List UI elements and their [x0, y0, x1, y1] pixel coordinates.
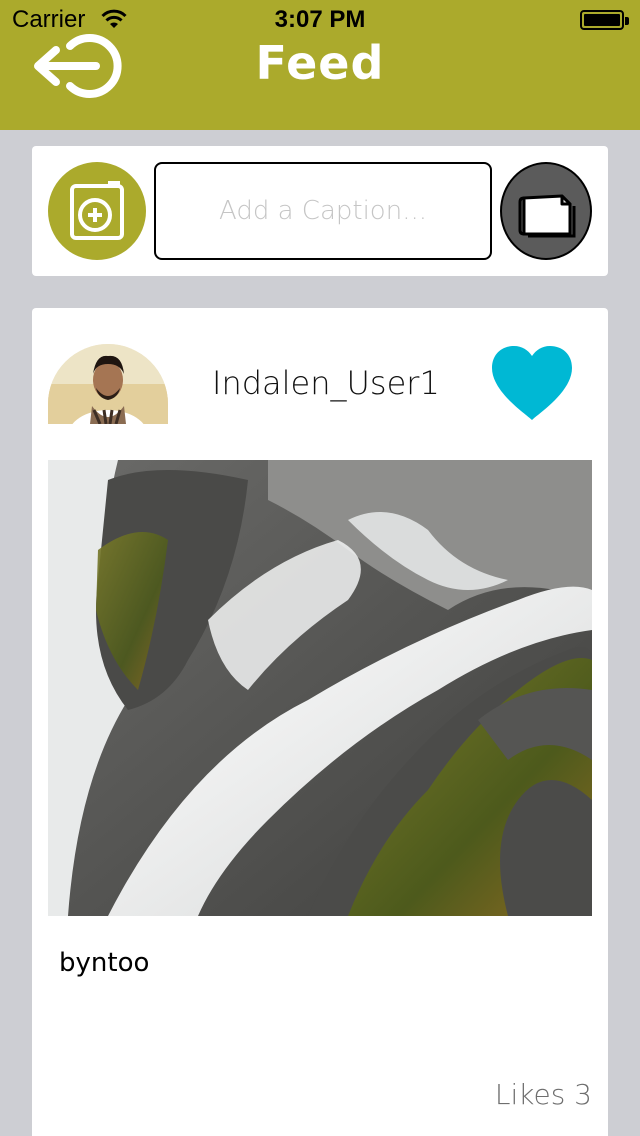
- status-time: 3:07 PM: [274, 6, 366, 33]
- feed-post-card: Indalen_User1 byntoo Likes 3: [32, 308, 608, 1136]
- likes-count: Likes 3: [494, 1078, 592, 1111]
- page-title: Feed: [255, 36, 385, 90]
- post-photo[interactable]: [48, 460, 592, 916]
- post-username[interactable]: Indalen_User1: [212, 364, 440, 402]
- navigation-bar: Carrier 3:07 PM Feed: [0, 0, 640, 130]
- heart-icon[interactable]: [488, 344, 576, 424]
- caption-input[interactable]: [154, 162, 492, 260]
- post-button[interactable]: [500, 162, 592, 260]
- post-caption: byntoo: [59, 948, 150, 978]
- user-avatar[interactable]: [48, 344, 168, 424]
- camera-add-icon: [70, 181, 124, 240]
- add-photo-button[interactable]: [48, 162, 146, 260]
- note-paper-icon: [518, 194, 576, 238]
- post-composer: [32, 146, 608, 276]
- battery-icon: [580, 10, 629, 30]
